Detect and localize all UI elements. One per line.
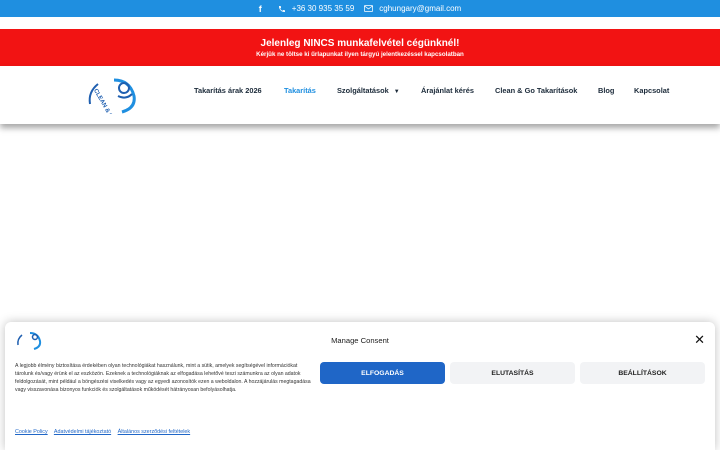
nav-item-quote-request[interactable]: Árajánlat kérés: [421, 86, 474, 95]
terms-link[interactable]: Általános szerződési feltételek: [118, 429, 191, 435]
nav-item-services[interactable]: Szolgáltatások ▼: [337, 86, 400, 95]
email-icon: [364, 5, 374, 12]
top-contact-bar: f +36 30 935 35 59 cghungary@gmail.com: [0, 0, 720, 17]
nav-item-blog[interactable]: Blog: [598, 86, 614, 95]
cookie-consent-dialog: Manage Consent ✕ A legjobb élmény biztos…: [5, 322, 715, 450]
facebook-icon: f: [258, 3, 262, 14]
main-navigation: Takarítás árak 2026 Takarítás Szolgáltat…: [0, 66, 720, 114]
phone-number: +36 30 935 35 59: [291, 4, 355, 13]
notice-title: Jelenleg NINCS munkafelvétel cégünknél!: [260, 38, 460, 49]
hiring-notice-banner: Jelenleg NINCS munkafelvétel cégünknél! …: [0, 29, 720, 66]
notice-subtitle: Kérjük ne töltse ki űrlapunkat ilyen tár…: [256, 51, 464, 58]
nav-item-contact[interactable]: Kapcsolat: [634, 86, 669, 95]
consent-description: A legjobb élmény biztosítása érdekében o…: [15, 363, 311, 394]
consent-title: Manage Consent: [331, 336, 389, 345]
phone-icon: [278, 5, 286, 13]
cookie-policy-link[interactable]: Cookie Policy: [15, 429, 48, 435]
email-link[interactable]: cghungary@gmail.com: [364, 4, 461, 13]
settings-button[interactable]: BEÁLLÍTÁSOK: [580, 362, 705, 384]
facebook-link[interactable]: f: [259, 4, 268, 14]
nav-item-clean-go[interactable]: Clean & Go Takarítások: [495, 86, 577, 95]
deny-button[interactable]: ELUTASÍTÁS: [450, 362, 575, 384]
phone-link[interactable]: +36 30 935 35 59: [278, 4, 355, 13]
site-header: CLEAN & GO KFT Takarítás árak 2026 Takar…: [0, 66, 720, 136]
nav-item-cleaning[interactable]: Takarítás: [284, 86, 316, 95]
privacy-policy-link[interactable]: Adatvédelmi tájékoztató: [54, 429, 111, 435]
nav-item-services-label: Szolgáltatások: [337, 86, 389, 95]
consent-links: Cookie Policy Adatvédelmi tájékoztató Ál…: [15, 429, 195, 435]
chevron-down-icon: ▼: [393, 89, 400, 95]
close-icon[interactable]: ✕: [694, 333, 705, 346]
accept-button[interactable]: ELFOGADÁS: [320, 362, 445, 384]
nav-item-prices[interactable]: Takarítás árak 2026: [194, 86, 262, 95]
email-address: cghungary@gmail.com: [379, 4, 462, 13]
